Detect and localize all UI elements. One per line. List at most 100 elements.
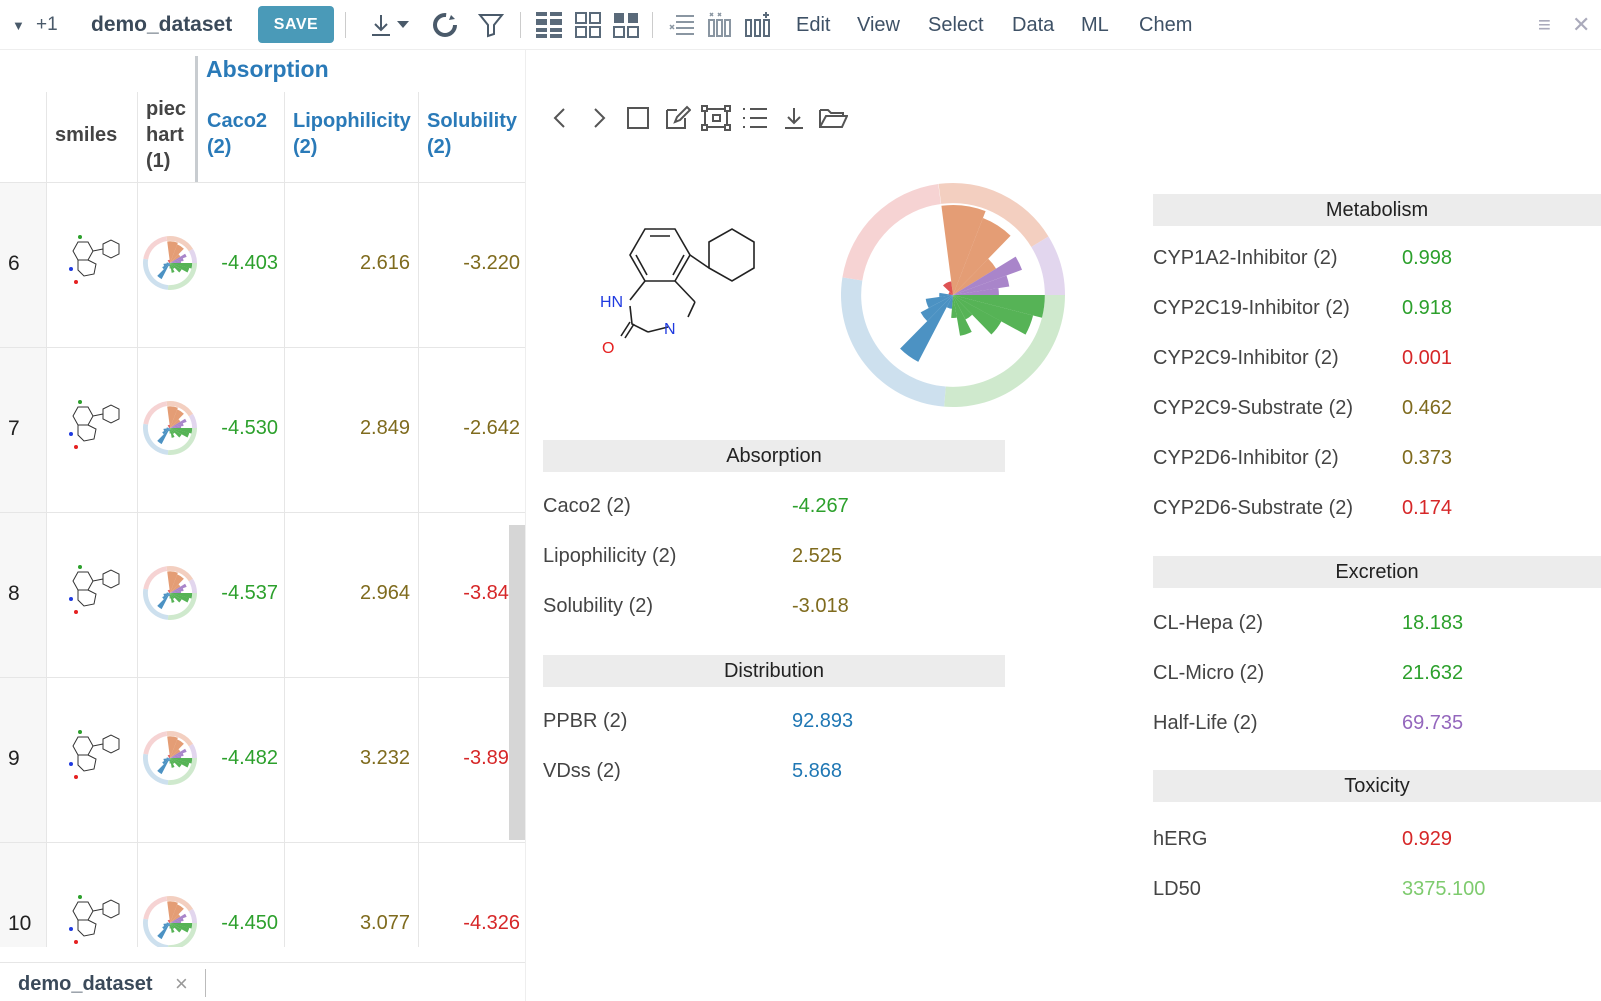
section-header-metabolism[interactable]: Metabolism — [1153, 194, 1601, 226]
cell-lipophilicity[interactable]: 3.232 — [290, 747, 410, 770]
row-radial-chart[interactable] — [141, 399, 199, 457]
column-header-piechart-line1[interactable]: piec — [146, 96, 186, 122]
card-view-icon[interactable] — [609, 8, 643, 42]
section-header-toxicity[interactable]: Toxicity — [1153, 770, 1601, 802]
select-region-icon[interactable] — [696, 100, 735, 136]
menu-edit[interactable]: Edit — [796, 0, 830, 50]
dataset-tab[interactable]: demo_dataset — [18, 973, 153, 996]
cell-caco2[interactable]: -4.482 — [200, 747, 278, 770]
edit-icon[interactable] — [657, 100, 696, 136]
molecule-thumbnail[interactable] — [58, 892, 128, 947]
cell-caco2[interactable]: -4.403 — [200, 252, 278, 275]
property-name: Half-Life (2) — [1153, 712, 1258, 734]
cell-lipophilicity[interactable]: 2.849 — [290, 417, 410, 440]
refresh-icon[interactable] — [428, 8, 462, 42]
cell-lipophilicity[interactable]: 2.616 — [290, 252, 410, 275]
row-number[interactable]: 7 — [8, 417, 20, 441]
column-header-solubility[interactable]: Solubility — [427, 108, 517, 134]
close-tab-icon[interactable]: × — [175, 971, 188, 997]
forward-icon[interactable] — [579, 100, 618, 136]
menu-ml[interactable]: ML — [1081, 0, 1109, 50]
cell-caco2[interactable]: -4.530 — [200, 417, 278, 440]
tiles-view-icon[interactable] — [571, 8, 605, 42]
menu-view[interactable]: View — [857, 0, 900, 50]
columns-icon[interactable] — [703, 8, 737, 42]
radial-chart-outer-ring — [143, 401, 168, 425]
cell-caco2[interactable]: -4.537 — [200, 582, 278, 605]
molecule-thumbnail[interactable] — [58, 232, 128, 292]
cell-solubility[interactable]: -3.899 — [420, 747, 520, 770]
square-icon[interactable] — [618, 100, 657, 136]
plus-count-label[interactable]: +1 — [36, 0, 58, 50]
download-dropdown-caret-icon[interactable] — [393, 8, 413, 42]
download-icon[interactable] — [774, 100, 813, 136]
column-header-solubility-count[interactable]: (2) — [427, 134, 451, 160]
property-value: 18.183 — [1402, 612, 1464, 634]
save-button[interactable]: SAVE — [258, 6, 334, 43]
column-group-absorption[interactable]: Absorption — [206, 56, 329, 83]
radial-chart-outer-ring — [188, 248, 197, 263]
toolbar-divider — [652, 12, 653, 38]
property-value: 92.893 — [792, 710, 854, 732]
tab-divider — [205, 969, 206, 997]
row-radial-chart[interactable] — [141, 234, 199, 292]
list-icon[interactable] — [735, 100, 774, 136]
menu-select[interactable]: Select — [928, 0, 984, 50]
row-number[interactable]: 9 — [8, 747, 20, 771]
cell-solubility[interactable]: -3.840 — [420, 582, 520, 605]
open-folder-icon[interactable] — [813, 100, 852, 136]
filter-icon[interactable] — [474, 8, 508, 42]
molecule-thumbnail[interactable] — [58, 397, 128, 457]
radial-chart-wedge — [157, 758, 170, 775]
section-header-distribution[interactable]: Distribution — [543, 655, 1005, 687]
row-radial-chart[interactable] — [141, 729, 199, 787]
o-atom-label: O — [602, 340, 614, 357]
column-header-piechart-line2[interactable]: hart — [146, 122, 184, 148]
vertical-scrollbar[interactable] — [509, 525, 525, 840]
view-dropdown-caret-icon[interactable]: ▼ — [12, 0, 25, 50]
cell-solubility[interactable]: -3.220 — [420, 252, 520, 275]
property-name: CYP2C9-Inhibitor (2) — [1153, 347, 1339, 369]
grid-view-icon[interactable] — [532, 8, 566, 42]
radial-chart-outer-ring — [1031, 236, 1065, 295]
add-column-icon[interactable] — [742, 8, 776, 42]
cell-lipophilicity[interactable]: 3.077 — [290, 912, 410, 935]
panel-divider — [525, 50, 526, 1001]
property-value: 0.918 — [1402, 297, 1453, 319]
property-value: 21.632 — [1402, 662, 1464, 684]
column-header-caco2-count[interactable]: (2) — [207, 134, 231, 160]
section-header-absorption[interactable]: Absorption — [543, 440, 1005, 472]
property-value: 0.001 — [1402, 347, 1453, 369]
property-name: CYP2C19-Inhibitor (2) — [1153, 297, 1350, 319]
molecule-structure: HN N O — [600, 228, 755, 357]
cell-solubility[interactable]: -4.326 — [420, 912, 520, 935]
radial-chart-outer-ring — [143, 753, 169, 785]
rows-icon[interactable] — [665, 8, 699, 42]
cell-lipophilicity[interactable]: 2.964 — [290, 582, 410, 605]
back-icon[interactable] — [540, 100, 579, 136]
row-number[interactable]: 8 — [8, 582, 20, 606]
cell-caco2[interactable]: -4.450 — [200, 912, 278, 935]
close-icon[interactable]: ✕ — [1572, 0, 1590, 50]
property-value: 0.174 — [1402, 497, 1453, 519]
property-value: -3.018 — [792, 595, 849, 617]
grid-line — [0, 512, 525, 513]
molecule-thumbnail[interactable] — [58, 727, 128, 787]
molecule-thumbnail[interactable] — [58, 562, 128, 622]
menu-data[interactable]: Data — [1012, 0, 1054, 50]
cell-solubility[interactable]: -2.642 — [420, 417, 520, 440]
row-radial-chart[interactable] — [141, 894, 199, 947]
property-name: PPBR (2) — [543, 710, 628, 732]
row-number[interactable]: 6 — [8, 252, 20, 276]
hamburger-icon[interactable]: ≡ — [1538, 0, 1551, 50]
menu-chem[interactable]: Chem — [1139, 0, 1192, 50]
radial-chart-outer-ring — [143, 588, 169, 620]
column-header-smiles[interactable]: smiles — [55, 122, 117, 148]
row-number[interactable]: 10 — [8, 912, 31, 936]
column-header-caco2[interactable]: Caco2 — [207, 108, 267, 134]
column-header-piechart-line3[interactable]: (1) — [146, 148, 170, 174]
section-header-excretion[interactable]: Excretion — [1153, 556, 1601, 588]
row-radial-chart[interactable] — [141, 564, 199, 622]
column-header-lipophilicity-count[interactable]: (2) — [293, 134, 317, 160]
column-header-lipophilicity[interactable]: Lipophilicity — [293, 108, 411, 134]
